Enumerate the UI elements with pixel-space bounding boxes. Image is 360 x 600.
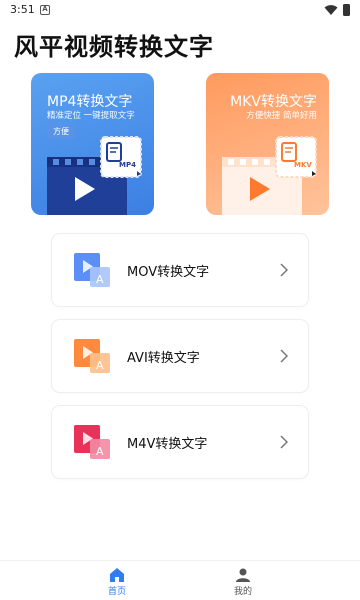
- mkv-convert-card[interactable]: MKV转换文字 方便快捷 简单好用 MKV: [206, 73, 329, 215]
- notification-icon: A: [40, 5, 50, 15]
- row-label: AVI转换文字: [127, 351, 200, 366]
- nav-item-mine[interactable]: 我的: [213, 567, 273, 597]
- nav-label: 我的: [233, 587, 252, 597]
- list-item-mov[interactable]: A MOV转换文字: [52, 234, 308, 306]
- status-time: 3:51: [10, 3, 35, 16]
- video-text-icon: A: [74, 425, 110, 459]
- video-text-icon: A: [74, 253, 110, 287]
- status-bar: 3:51 A: [0, 0, 360, 22]
- nav-label: 首页: [107, 587, 126, 597]
- battery-icon: [343, 4, 350, 16]
- chevron-right-icon: [280, 263, 288, 277]
- chevron-right-icon: [280, 435, 288, 449]
- row-label: MOV转换文字: [127, 265, 210, 280]
- video-text-icon: A: [74, 339, 110, 373]
- svg-text:A: A: [96, 359, 104, 372]
- app-title: 风平视频转换文字: [14, 33, 214, 61]
- nav-item-home[interactable]: 首页: [87, 567, 147, 597]
- card-tag: 方便: [47, 125, 75, 139]
- home-icon: [110, 568, 124, 582]
- card-badge: MP4: [119, 161, 136, 169]
- svg-text:A: A: [96, 273, 104, 286]
- row-label: M4V转换文字: [127, 437, 208, 452]
- card-title: MP4转换文字: [47, 94, 133, 110]
- bottom-nav: 首页 我的: [0, 560, 360, 600]
- list-item-m4v[interactable]: A M4V转换文字: [52, 406, 308, 478]
- card-subtitle: 方便快捷 简单好用: [246, 111, 317, 121]
- card-badge: MKV: [294, 161, 312, 169]
- list-item-avi[interactable]: A AVI转换文字: [52, 320, 308, 392]
- svg-text:A: A: [96, 445, 104, 458]
- mp4-convert-card[interactable]: MP4转换文字 精准定位 一键提取文字 方便 MP4: [31, 73, 154, 215]
- user-icon: [236, 568, 250, 582]
- card-subtitle: 精准定位 一键提取文字: [47, 111, 135, 121]
- chevron-right-icon: [280, 349, 288, 363]
- card-title: MKV转换文字: [230, 94, 317, 110]
- wifi-icon: [324, 5, 338, 15]
